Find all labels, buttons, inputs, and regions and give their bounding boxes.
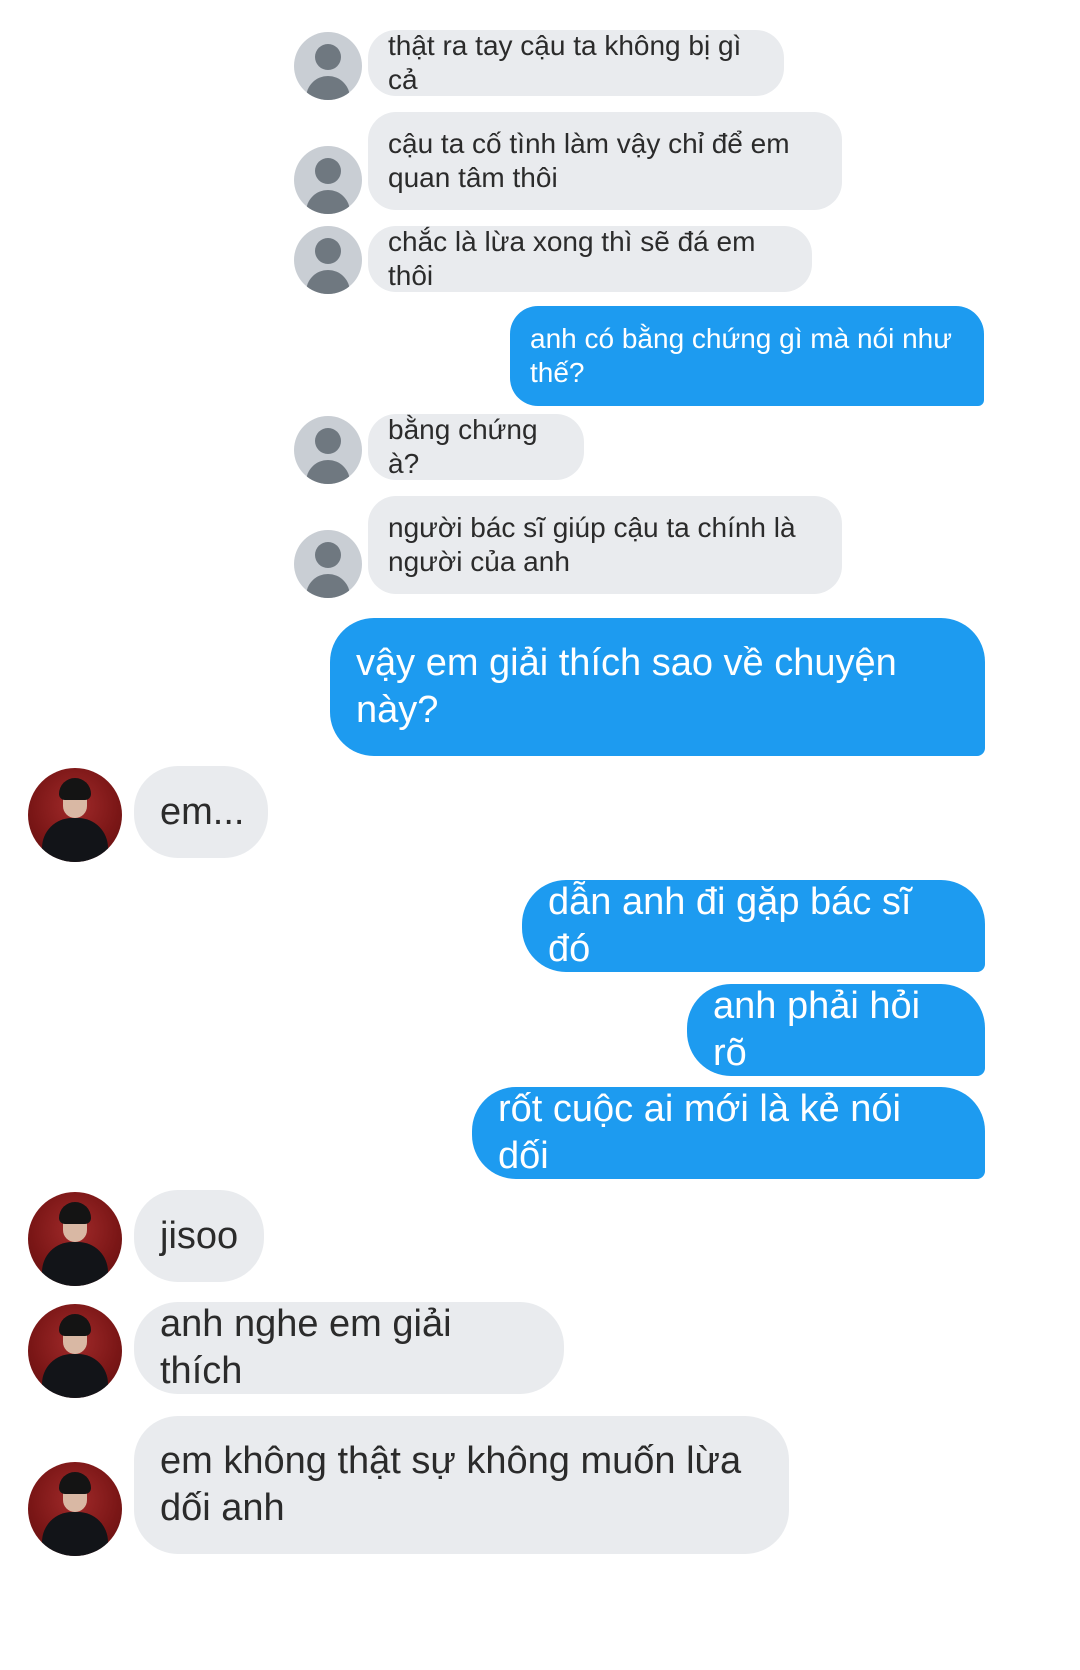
avatar-body-shape bbox=[306, 270, 350, 294]
avatar-hair-shape bbox=[59, 778, 91, 800]
incoming-message-bubble[interactable]: em không thật sự không muốn lừa dối anh bbox=[134, 1416, 789, 1554]
incoming-message-bubble[interactable]: anh nghe em giải thích bbox=[134, 1302, 564, 1394]
default-avatar-icon[interactable] bbox=[294, 32, 362, 100]
outgoing-message-bubble[interactable]: anh phải hỏi rõ bbox=[687, 984, 985, 1076]
message-text: người bác sĩ giúp cậu ta chính là người … bbox=[388, 512, 796, 577]
message-text: anh phải hỏi rõ bbox=[713, 985, 931, 1074]
avatar-suit-shape bbox=[42, 1242, 108, 1286]
outgoing-message-bubble[interactable]: dẫn anh đi gặp bác sĩ đó bbox=[522, 880, 985, 972]
avatar-body-shape bbox=[306, 76, 350, 100]
avatar-suit-shape bbox=[42, 818, 108, 862]
avatar-hair-shape bbox=[59, 1202, 91, 1224]
outgoing-message-bubble[interactable]: rốt cuộc ai mới là kẻ nói dối bbox=[472, 1087, 985, 1179]
message-text: em... bbox=[160, 790, 245, 833]
incoming-message-bubble[interactable]: người bác sĩ giúp cậu ta chính là người … bbox=[368, 496, 842, 594]
outgoing-message-bubble[interactable]: vậy em giải thích sao về chuyện này? bbox=[330, 618, 985, 756]
incoming-message-bubble[interactable]: thật ra tay cậu ta không bị gì cả bbox=[368, 30, 784, 96]
incoming-message-bubble[interactable]: chắc là lừa xong thì sẽ đá em thôi bbox=[368, 226, 812, 292]
profile-photo-avatar[interactable] bbox=[28, 1192, 122, 1286]
outgoing-message-bubble[interactable]: anh có bằng chứng gì mà nói như thế? bbox=[510, 306, 984, 406]
message-text: em không thật sự không muốn lừa dối anh bbox=[160, 1440, 742, 1529]
incoming-message-bubble[interactable]: em... bbox=[134, 766, 268, 858]
avatar-body-shape bbox=[306, 460, 350, 484]
avatar-hair-shape bbox=[59, 1472, 91, 1494]
avatar-head-shape bbox=[315, 542, 341, 568]
message-text: chắc là lừa xong thì sẽ đá em thôi bbox=[388, 226, 764, 291]
profile-photo-avatar[interactable] bbox=[28, 1304, 122, 1398]
default-avatar-icon[interactable] bbox=[294, 146, 362, 214]
default-avatar-icon[interactable] bbox=[294, 226, 362, 294]
avatar-head-shape bbox=[315, 158, 341, 184]
avatar-hair-shape bbox=[59, 1314, 91, 1336]
avatar-suit-shape bbox=[42, 1512, 108, 1556]
message-text: cậu ta cố tình làm vậy chỉ để em quan tâ… bbox=[388, 128, 790, 193]
avatar-head-shape bbox=[315, 428, 341, 454]
message-text: anh có bằng chứng gì mà nói như thế? bbox=[530, 323, 952, 388]
avatar-body-shape bbox=[306, 190, 350, 214]
message-text: bằng chứng à? bbox=[388, 414, 546, 479]
message-text: rốt cuộc ai mới là kẻ nói dối bbox=[498, 1088, 912, 1177]
incoming-message-bubble[interactable]: jisoo bbox=[134, 1190, 264, 1282]
avatar-body-shape bbox=[306, 574, 350, 598]
message-text: dẫn anh đi gặp bác sĩ đó bbox=[548, 881, 922, 970]
avatar-head-shape bbox=[315, 238, 341, 264]
profile-photo-avatar[interactable] bbox=[28, 768, 122, 862]
message-text: anh nghe em giải thích bbox=[160, 1303, 463, 1392]
avatar-head-shape bbox=[315, 44, 341, 70]
incoming-message-bubble[interactable]: cậu ta cố tình làm vậy chỉ để em quan tâ… bbox=[368, 112, 842, 210]
message-text: thật ra tay cậu ta không bị gì cả bbox=[388, 30, 750, 95]
default-avatar-icon[interactable] bbox=[294, 530, 362, 598]
profile-photo-avatar[interactable] bbox=[28, 1462, 122, 1556]
incoming-message-bubble[interactable]: bằng chứng à? bbox=[368, 414, 584, 480]
message-text: vậy em giải thích sao về chuyện này? bbox=[356, 642, 897, 731]
default-avatar-icon[interactable] bbox=[294, 416, 362, 484]
message-text: jisoo bbox=[160, 1214, 239, 1257]
avatar-suit-shape bbox=[42, 1354, 108, 1398]
